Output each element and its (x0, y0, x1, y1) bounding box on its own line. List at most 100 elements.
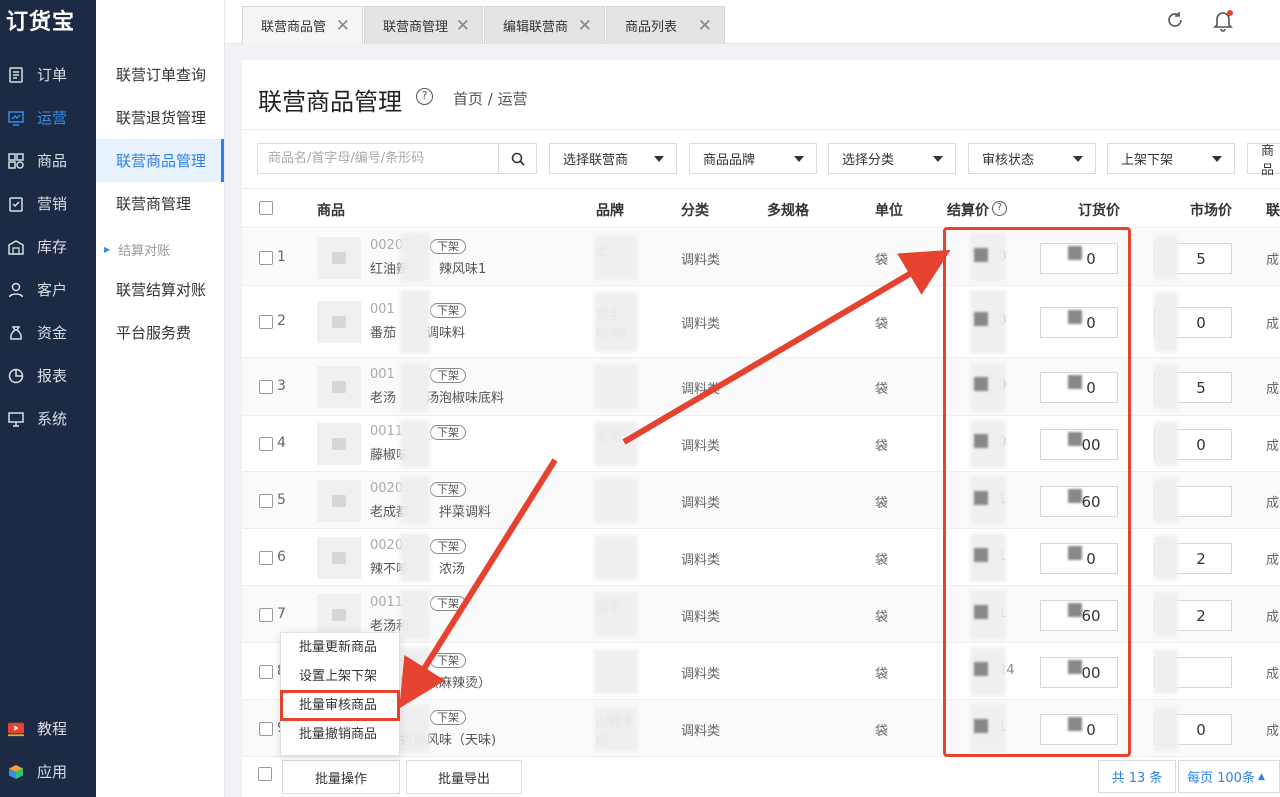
caret-down-icon (1212, 156, 1222, 162)
redacted-area (400, 362, 430, 412)
nav-item-video[interactable]: 教程 (0, 707, 96, 750)
redacted-area (1154, 478, 1178, 523)
status-badge: 下架 (430, 303, 466, 318)
tab-joint-product-mgmt[interactable]: 联营商品管 ✕ (242, 6, 363, 44)
batch-operation-button[interactable]: 批量操作 (282, 760, 400, 794)
refresh-icon[interactable] (1165, 10, 1185, 30)
redacted-area (1154, 535, 1178, 580)
unit-cell: 袋 (875, 382, 889, 397)
nav-item-warehouse[interactable]: 库存 (0, 225, 96, 268)
image-placeholder-icon (332, 552, 346, 564)
tab-edit-joint-partner[interactable]: 编辑联营商 ✕ (484, 6, 605, 44)
filter-dropdown[interactable]: 选择联营商 (549, 143, 677, 174)
redacted-area (400, 533, 430, 582)
row-checkbox[interactable] (259, 380, 273, 394)
redacted-area (400, 290, 430, 354)
status-badge: 下架 (430, 539, 466, 554)
filter-dropdown[interactable]: 商品 (1247, 143, 1280, 178)
redacted-area (594, 478, 638, 523)
header-brand: 品牌 (596, 203, 624, 219)
row-checkbox[interactable] (259, 608, 273, 622)
footer-select-checkbox[interactable] (258, 767, 272, 781)
tab-joint-partner-mgmt[interactable]: 联营商管理 ✕ (364, 6, 483, 44)
row-index: 1 (277, 249, 286, 265)
menu-item-batch-review[interactable]: 批量审核商品 (280, 690, 400, 721)
header-order-price: 订货价 (1078, 203, 1120, 219)
caret-down-icon (654, 156, 664, 162)
status-badge: 下架 (430, 239, 466, 254)
nav-item-cube[interactable]: 应用 (0, 750, 96, 793)
header-extra: 联 (1266, 203, 1280, 219)
header-variants: 多规格 (767, 203, 809, 219)
status-badge: 下架 (430, 368, 466, 383)
nav-item-operation[interactable]: 运营 (0, 96, 96, 139)
extra-cell: 成 (1266, 317, 1280, 332)
nav-item-monitor[interactable]: 系统 (0, 397, 96, 440)
product-code: 0011 (370, 595, 404, 610)
filter-dropdown[interactable]: 选择分类 (828, 143, 956, 174)
redacted-area (1154, 422, 1178, 466)
row-checkbox[interactable] (259, 251, 273, 265)
app-logo: 订货宝 (6, 10, 76, 35)
nav-item-pie-chart[interactable]: 报表 (0, 354, 96, 397)
nav-item-money-bag[interactable]: 资金 (0, 311, 96, 354)
subnav-item[interactable]: 联营订单查询 (96, 53, 224, 96)
row-checkbox[interactable] (259, 494, 273, 508)
page-size-select[interactable]: 每页 100条 ▲ (1178, 760, 1280, 793)
nav-item-grid[interactable]: 商品 (0, 139, 96, 182)
page-title: 联营商品管理 (258, 88, 402, 116)
menu-item-batch-revoke[interactable]: 批量撤销商品 (281, 720, 399, 749)
nav-item-order[interactable]: 订单 (0, 53, 96, 96)
search-icon[interactable] (498, 144, 536, 173)
search-input[interactable] (258, 144, 498, 173)
row-index: 2 (277, 313, 286, 329)
caret-down-icon (933, 156, 943, 162)
product-thumbnail (317, 366, 361, 408)
product-thumbnail (317, 480, 361, 522)
operation-icon (8, 110, 24, 126)
image-placeholder-icon (332, 381, 346, 393)
subnav-item[interactable]: 平台服务费 (96, 311, 224, 354)
nav-item-marketing[interactable]: 营销 (0, 182, 96, 225)
select-all-checkbox[interactable] (259, 201, 273, 215)
redacted-area (1154, 706, 1178, 751)
filter-dropdown[interactable]: 审核状态 (968, 143, 1096, 174)
close-icon[interactable]: ✕ (336, 16, 350, 36)
money-bag-icon (8, 325, 24, 341)
image-placeholder-icon (332, 609, 346, 621)
row-checkbox[interactable] (259, 665, 273, 679)
subnav-item[interactable]: 联营商管理 (96, 182, 224, 225)
menu-item-set-shelf-status[interactable]: 设置上架下架 (281, 662, 399, 691)
unit-cell: 袋 (875, 553, 889, 568)
help-icon[interactable]: ? (416, 88, 433, 105)
product-name[interactable]: 老汤 汤泡椒味底料 (370, 387, 504, 406)
cube-icon (8, 764, 24, 780)
extra-cell: 成 (1266, 724, 1280, 739)
product-thumbnail (317, 301, 361, 343)
row-checkbox[interactable] (259, 315, 273, 329)
filter-dropdown[interactable]: 商品品牌 (689, 143, 817, 174)
batch-export-button[interactable]: 批量导出 (406, 760, 522, 794)
header-unit: 单位 (875, 203, 903, 219)
product-code: 001 (370, 367, 395, 382)
close-icon[interactable]: ✕ (578, 16, 592, 36)
row-checkbox[interactable] (259, 437, 273, 451)
subnav-item[interactable]: 联营商品管理 (96, 139, 224, 182)
close-icon[interactable]: ✕ (456, 16, 470, 36)
nav-item-user[interactable]: 客户 (0, 268, 96, 311)
product-code: 001 (370, 302, 395, 317)
product-name[interactable]: 老成都 拌菜调料 (370, 501, 491, 520)
subnav-item[interactable]: 联营结算对账 (96, 268, 224, 311)
row-checkbox[interactable] (259, 551, 273, 565)
row-checkbox[interactable] (259, 722, 273, 736)
header-product: 商品 (317, 203, 345, 219)
filter-dropdown[interactable]: 上架下架 (1107, 143, 1235, 174)
subnav-item[interactable]: 联营退货管理 (96, 96, 224, 139)
close-icon[interactable]: ✕ (698, 16, 712, 36)
menu-item-batch-update[interactable]: 批量更新商品 (281, 633, 399, 662)
help-icon[interactable]: ? (992, 201, 1007, 216)
extra-cell: 成 (1266, 382, 1280, 397)
tab-product-list[interactable]: 商品列表 ✕ (606, 6, 725, 44)
status-badge: 下架 (430, 653, 466, 668)
bell-icon[interactable] (1213, 10, 1233, 32)
